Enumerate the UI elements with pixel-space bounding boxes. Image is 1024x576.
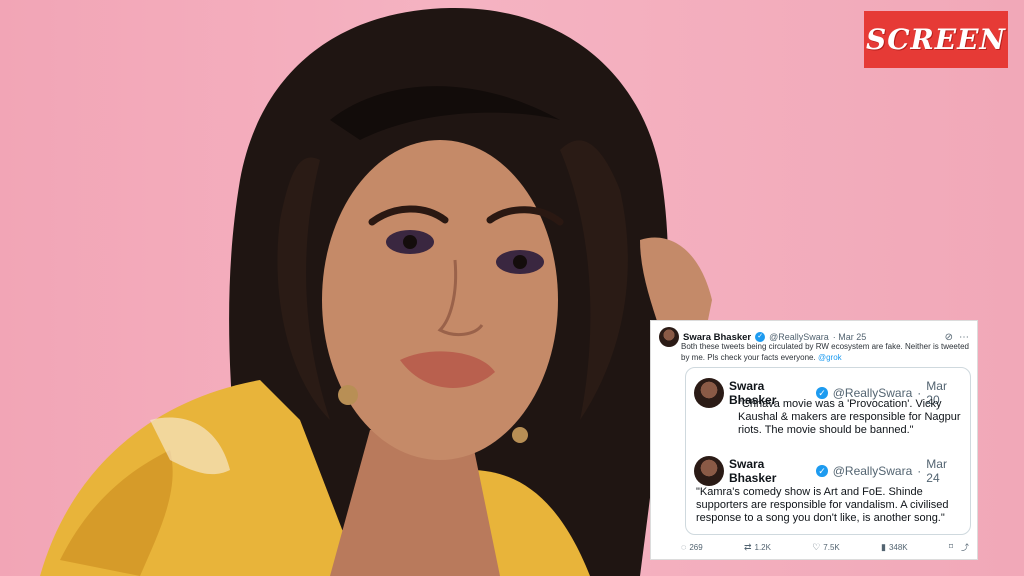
views-button[interactable]: ▮ 348K (881, 542, 908, 553)
bookmark-icon[interactable]: ⌑ (949, 542, 953, 553)
quoted-text: "Chhava movie was a 'Provocation'. Vicky… (738, 398, 961, 436)
screen-logo: SCREEN (864, 11, 1008, 68)
reply-button[interactable]: ◌ 269 (681, 542, 703, 552)
tweet-card: Swara Bhasker ✓ @ReallySwara · Mar 25 ⊘ … (650, 320, 978, 560)
like-button[interactable]: ♡ 7.5K (812, 542, 840, 553)
repost-button[interactable]: ⇄ 1.2K (744, 542, 771, 553)
verified-badge-icon: ✓ (816, 465, 828, 477)
view-count: 348K (888, 542, 908, 552)
tweet-actions: ◌ 269 ⇄ 1.2K ♡ 7.5K ▮ 348K ⌑ ⤴ (681, 539, 969, 555)
views-icon: ▮ (880, 541, 886, 552)
mention-link[interactable]: @grok (818, 353, 842, 362)
avatar[interactable] (659, 327, 679, 347)
reply-count: 269 (689, 542, 703, 552)
avatar (694, 378, 724, 408)
quoted-date: Mar 24 (926, 457, 947, 485)
like-count: 7.5K (823, 542, 840, 552)
quoted-author-name: Swara Bhasker (729, 457, 777, 485)
quoted-text: "Kamra's comedy show is Art and FoE. Shi… (696, 486, 949, 524)
heart-icon: ♡ (812, 541, 821, 552)
logo-text: SCREEN (865, 23, 1007, 56)
separator-dot: · (917, 464, 922, 478)
repost-icon: ⇄ (743, 541, 752, 552)
tweet-text: Both these tweets being circulated by RW… (681, 341, 969, 363)
quoted-tweet-2[interactable]: Swara Bhasker ✓ @ReallySwara · Mar 24 "K… (694, 456, 962, 525)
repost-count: 1.2K (754, 542, 771, 552)
avatar (694, 456, 724, 486)
quoted-author-handle: @ReallySwara (832, 464, 913, 478)
quoted-tweet-1[interactable]: Swara Bhasker ✓ @ReallySwara · Mar 20 "C… (694, 378, 962, 437)
share-icon[interactable]: ⤴ (961, 542, 969, 553)
reply-icon: ◌ (681, 542, 687, 552)
quoted-tweets[interactable]: Swara Bhasker ✓ @ReallySwara · Mar 20 "C… (685, 367, 971, 535)
